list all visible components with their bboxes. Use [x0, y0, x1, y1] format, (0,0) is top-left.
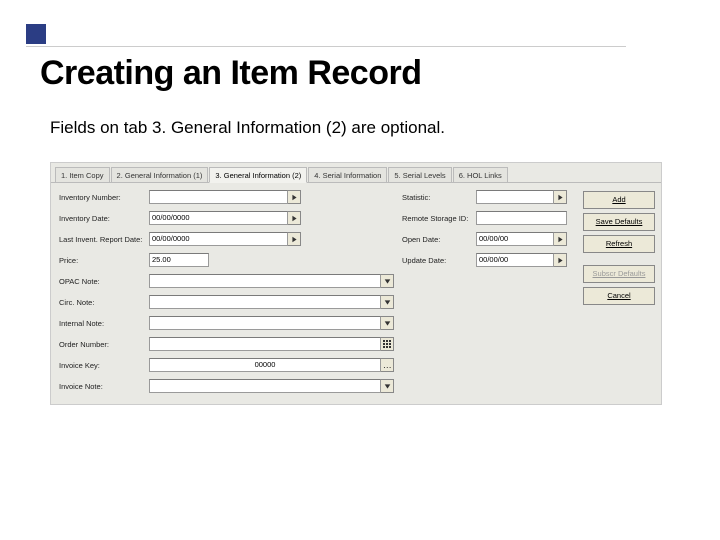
label-circ-note: Circ. Note: [59, 298, 145, 307]
sidebar-buttons: Add Save Defaults Refresh Subscr Default… [583, 189, 655, 394]
slide-accent-square [26, 24, 46, 44]
lookup-statistic[interactable] [554, 190, 567, 204]
expand-circ-note[interactable] [381, 295, 394, 309]
input-inventory-date[interactable]: 00/00/0000 [149, 211, 288, 225]
slide-title: Creating an Item Record [40, 54, 421, 93]
input-price[interactable]: 25.00 [149, 253, 209, 267]
input-statistic[interactable] [476, 190, 554, 204]
label-inventory-number: Inventory Number: [59, 193, 145, 202]
label-open-date: Open Date: [402, 235, 472, 244]
tab-general-info-1[interactable]: 2. General Information (1) [111, 167, 209, 182]
input-opac-note[interactable] [149, 274, 381, 288]
cancel-button[interactable]: Cancel [583, 287, 655, 305]
ellipsis-icon: … [383, 362, 392, 369]
add-button[interactable]: Add [583, 191, 655, 209]
label-update-date: Update Date: [402, 256, 472, 265]
sidebar-spacer [583, 257, 655, 261]
input-circ-note[interactable] [149, 295, 381, 309]
slide-subtitle: Fields on tab 3. General Information (2)… [50, 118, 445, 138]
right-column: Statistic: Remote Storage ID: Open [402, 189, 567, 394]
lookup-inventory-date[interactable] [288, 211, 301, 225]
form-body: Inventory Number: Inventory Date: 00/00/… [51, 183, 661, 404]
input-remote-storage[interactable] [476, 211, 567, 225]
tab-hol-links[interactable]: 6. HOL Links [453, 167, 508, 182]
picker-invoice-key[interactable]: … [381, 358, 394, 372]
label-price: Price: [59, 256, 145, 265]
input-order-number[interactable] [149, 337, 381, 351]
tab-bar: 1. Item Copy 2. General Information (1) … [51, 163, 661, 183]
refresh-button[interactable]: Refresh [583, 235, 655, 253]
lookup-last-report[interactable] [288, 232, 301, 246]
input-invoice-key[interactable]: 00000 [149, 358, 381, 372]
lookup-inventory-number[interactable] [288, 190, 301, 204]
label-invoice-note: Invoice Note: [59, 382, 145, 391]
tab-item-copy[interactable]: 1. Item Copy [55, 167, 110, 182]
picker-order-number[interactable] [381, 337, 394, 351]
expand-internal-note[interactable] [381, 316, 394, 330]
subscr-defaults-button: Subscr Defaults [583, 265, 655, 283]
app-window: 1. Item Copy 2. General Information (1) … [50, 162, 662, 405]
label-order-number: Order Number: [59, 340, 145, 349]
input-invoice-note[interactable] [149, 379, 381, 393]
tab-serial-info[interactable]: 4. Serial Information [308, 167, 387, 182]
slide-accent-line [26, 46, 626, 47]
label-inventory-date: Inventory Date: [59, 214, 145, 223]
expand-opac-note[interactable] [381, 274, 394, 288]
tab-serial-levels[interactable]: 5. Serial Levels [388, 167, 451, 182]
input-open-date[interactable]: 00/00/00 [476, 232, 554, 246]
input-inventory-number[interactable] [149, 190, 288, 204]
expand-invoice-note[interactable] [381, 379, 394, 393]
input-last-report[interactable]: 00/00/0000 [149, 232, 288, 246]
tab-general-info-2[interactable]: 3. General Information (2) [209, 167, 307, 183]
label-statistic: Statistic: [402, 193, 472, 202]
grid-icon [383, 340, 392, 349]
label-last-report: Last Invent. Report Date: [59, 235, 145, 244]
label-invoice-key: Invoice Key: [59, 361, 145, 370]
label-remote-storage: Remote Storage ID: [402, 214, 472, 223]
save-defaults-button[interactable]: Save Defaults [583, 213, 655, 231]
left-column: Inventory Number: Inventory Date: 00/00/… [59, 189, 394, 394]
label-internal-note: Internal Note: [59, 319, 145, 328]
lookup-update-date[interactable] [554, 253, 567, 267]
input-internal-note[interactable] [149, 316, 381, 330]
input-update-date[interactable]: 00/00/00 [476, 253, 554, 267]
lookup-open-date[interactable] [554, 232, 567, 246]
label-opac-note: OPAC Note: [59, 277, 145, 286]
